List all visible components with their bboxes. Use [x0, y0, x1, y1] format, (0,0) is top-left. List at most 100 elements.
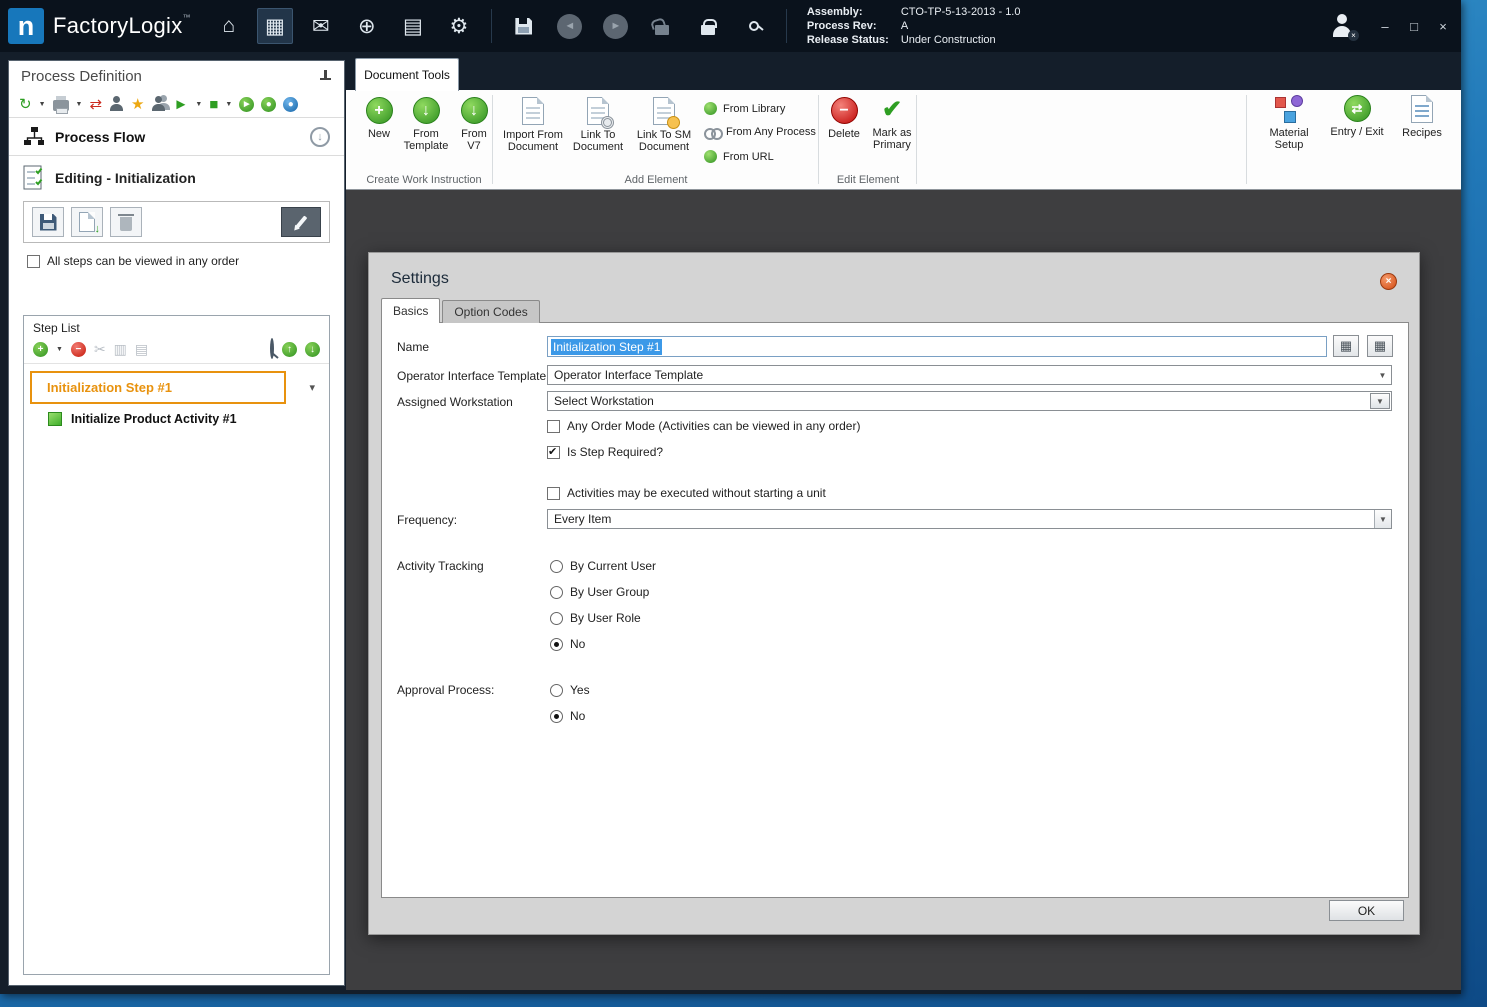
- radio-tracking-no[interactable]: No: [550, 637, 585, 651]
- radio-tracking-no-dot[interactable]: [550, 638, 563, 651]
- frequency-dropdown-icon[interactable]: ▼: [1374, 510, 1391, 528]
- export-caret-icon[interactable]: ▼: [195, 101, 202, 108]
- edit-mode-button[interactable]: [281, 207, 321, 237]
- tab-basics[interactable]: Basics: [381, 298, 440, 323]
- remove-step-icon[interactable]: −: [71, 342, 86, 357]
- documents-icon[interactable]: ✉: [303, 8, 339, 44]
- maximize-button[interactable]: □: [1404, 19, 1424, 34]
- delete-button[interactable]: − Delete: [822, 97, 866, 140]
- record-icon[interactable]: ●: [261, 97, 276, 112]
- frequency-combo[interactable]: Every Item ▼: [547, 509, 1392, 529]
- ok-button[interactable]: OK: [1329, 900, 1404, 921]
- radio-by-current-user[interactable]: By Current User: [550, 559, 656, 573]
- zoom-icon[interactable]: [270, 340, 274, 358]
- material-setup-button[interactable]: Material Setup: [1260, 95, 1318, 151]
- process-flow-item[interactable]: Process Flow ↓: [9, 117, 344, 155]
- radio-by-current-user-dot[interactable]: [550, 560, 563, 573]
- any-order-mode-checkbox[interactable]: Any Order Mode (Activities can be viewed…: [547, 419, 860, 433]
- mark-as-primary-button[interactable]: ✔ Mark as Primary: [868, 97, 916, 151]
- lock-icon[interactable]: [690, 8, 726, 44]
- tab-document-tools[interactable]: Document Tools: [355, 58, 459, 91]
- from-url-button[interactable]: From URL: [704, 150, 774, 163]
- is-step-required-box[interactable]: [547, 446, 560, 459]
- import-step-button[interactable]: ↓: [71, 207, 103, 237]
- package-caret-icon[interactable]: ▼: [225, 101, 232, 108]
- entry-exit-button[interactable]: ⇄ Entry / Exit: [1326, 95, 1388, 138]
- import-from-document-button[interactable]: Import From Document: [502, 97, 564, 153]
- from-any-process-button[interactable]: From Any Process: [704, 126, 816, 138]
- forward-icon[interactable]: ►: [598, 8, 634, 44]
- add-step-caret-icon[interactable]: ▼: [56, 346, 63, 353]
- info-icon[interactable]: ●: [283, 97, 298, 112]
- workstation-combo[interactable]: Select Workstation ▼: [547, 391, 1392, 411]
- copy-icon[interactable]: ▥: [114, 342, 127, 356]
- minimize-button[interactable]: –: [1375, 19, 1395, 34]
- radio-approval-no-dot[interactable]: [550, 710, 563, 723]
- radio-by-user-role[interactable]: By User Role: [550, 611, 641, 625]
- radio-approval-no[interactable]: No: [550, 709, 585, 723]
- process-definition-icon[interactable]: ▦: [257, 8, 293, 44]
- users-icon[interactable]: [151, 96, 166, 112]
- link-to-document-button[interactable]: Link To Document: [570, 97, 626, 153]
- user-account-icon[interactable]: ×: [1328, 12, 1356, 40]
- radio-by-user-group[interactable]: By User Group: [550, 585, 649, 599]
- document-search-icon[interactable]: [736, 8, 772, 44]
- activity-item[interactable]: Initialize Product Activity #1: [24, 404, 329, 426]
- close-window-button[interactable]: ×: [1433, 19, 1453, 34]
- recipes-button[interactable]: Recipes: [1396, 95, 1448, 139]
- paste-icon[interactable]: ▤: [135, 342, 148, 356]
- compass-glyph: ⊕: [358, 14, 376, 39]
- print-caret-icon[interactable]: ▼: [76, 101, 83, 108]
- user-icon[interactable]: [109, 96, 124, 112]
- is-step-required-checkbox[interactable]: Is Step Required?: [547, 445, 663, 459]
- from-library-button[interactable]: From Library: [704, 102, 785, 115]
- from-v7-button[interactable]: ↓ From V7: [454, 97, 494, 152]
- name-input[interactable]: Initialization Step #1: [547, 336, 1327, 357]
- keyboard-button[interactable]: ▦: [1333, 335, 1359, 357]
- expand-down-icon[interactable]: ↓: [310, 127, 330, 147]
- any-order-mode-box[interactable]: [547, 420, 560, 433]
- operator-template-combo[interactable]: Operator Interface Template ▼: [547, 365, 1392, 385]
- radio-approval-yes-dot[interactable]: [550, 684, 563, 697]
- move-up-icon[interactable]: ↑: [282, 342, 297, 357]
- step-chevron-icon[interactable]: ▾: [309, 381, 315, 394]
- package-icon[interactable]: ■: [209, 97, 218, 112]
- entry-exit-icon: ⇄: [1344, 95, 1371, 122]
- save-icon[interactable]: [506, 8, 542, 44]
- print-icon[interactable]: [53, 100, 69, 111]
- move-down-icon[interactable]: ↓: [305, 342, 320, 357]
- keyboard-extended-button[interactable]: ▦: [1367, 335, 1393, 357]
- cut-icon[interactable]: ✂: [94, 342, 106, 356]
- radio-approval-yes[interactable]: Yes: [550, 683, 590, 697]
- export-icon[interactable]: ►: [173, 97, 188, 112]
- radio-by-user-role-dot[interactable]: [550, 612, 563, 625]
- any-order-checkbox[interactable]: All steps can be viewed in any order: [9, 243, 344, 276]
- star-icon[interactable]: ★: [131, 97, 144, 112]
- radio-by-user-group-dot[interactable]: [550, 586, 563, 599]
- operator-template-dropdown-icon[interactable]: ▼: [1374, 366, 1391, 384]
- refresh-icon[interactable]: ↻: [19, 97, 32, 112]
- settings-gear-icon[interactable]: ⚙: [441, 8, 477, 44]
- activities-without-unit-checkbox[interactable]: Activities may be executed without start…: [547, 486, 826, 500]
- back-icon[interactable]: ◄: [552, 8, 588, 44]
- pin-icon[interactable]: [318, 69, 332, 83]
- sync-icon[interactable]: ⇄: [89, 97, 102, 112]
- new-button[interactable]: + New: [356, 97, 402, 140]
- dialog-close-icon[interactable]: ×: [1380, 273, 1397, 290]
- step-item-selected[interactable]: Initialization Step #1: [30, 371, 286, 404]
- tab-option-codes[interactable]: Option Codes: [442, 300, 539, 323]
- from-template-button[interactable]: ↓ From Template: [402, 97, 450, 152]
- activities-without-unit-box[interactable]: [547, 487, 560, 500]
- any-order-checkbox-box[interactable]: [27, 255, 40, 268]
- delete-step-button[interactable]: [110, 207, 142, 237]
- compass-icon[interactable]: ⊕: [349, 8, 385, 44]
- add-step-icon[interactable]: +: [33, 342, 48, 357]
- home-icon[interactable]: ⌂: [211, 8, 247, 44]
- unlock-icon[interactable]: [644, 8, 680, 44]
- save-step-button[interactable]: [32, 207, 64, 237]
- refresh-caret-icon[interactable]: ▼: [39, 101, 46, 108]
- news-icon[interactable]: ▤: [395, 8, 431, 44]
- play-icon[interactable]: ►: [239, 97, 254, 112]
- workstation-dropdown-icon[interactable]: ▼: [1370, 393, 1390, 409]
- link-to-sm-document-button[interactable]: Link To SM Document: [632, 97, 696, 153]
